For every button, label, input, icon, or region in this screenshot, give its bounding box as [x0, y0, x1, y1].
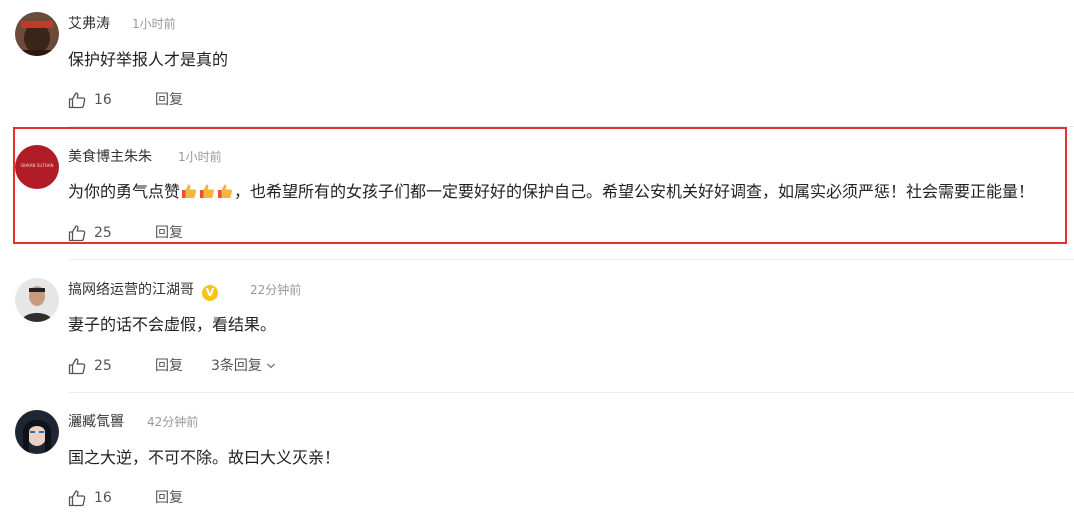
divider: [68, 392, 1074, 393]
timestamp: 22分钟前: [250, 283, 302, 297]
like-count: 16: [94, 490, 112, 506]
thumbs-up-icon: [68, 92, 86, 109]
thumbs-up-icon: [68, 490, 86, 507]
username[interactable]: 灑臧氜嘼: [68, 413, 124, 431]
avatar[interactable]: [15, 410, 59, 454]
reply-button[interactable]: 回复: [155, 224, 183, 242]
replies-count-label: 3条回复: [211, 358, 262, 374]
thumbs-up-emoji-icon: [216, 182, 234, 201]
like-button[interactable]: 25: [68, 221, 112, 245]
like-button[interactable]: 25: [68, 354, 112, 378]
reply-button[interactable]: 回复: [155, 357, 183, 375]
comment-item: 灑臧氜嘼 42分钟前 国之大逆，不可不除。故曰大义灭亲！ 16 回复: [0, 410, 1074, 520]
comment-item: 艾弗涛 1小时前 保护好举报人才是真的 16 回复: [0, 12, 1074, 127]
avatar-logo-text: ISHKAN SUTHAN: [21, 163, 54, 168]
comment-item: 搞网络运营的江湖哥 V 22分钟前 妻子的话不会虚假，看结果。 25 回复 3条回…: [0, 278, 1074, 393]
chevron-down-icon: [266, 363, 275, 369]
username-text: 搞网络运营的江湖哥: [68, 282, 194, 298]
thumbs-up-icon: [68, 358, 86, 375]
comment-actions: 16 回复: [68, 88, 668, 112]
view-replies-button[interactable]: 3条回复: [211, 357, 276, 375]
avatar[interactable]: ISHKAN SUTHAN: [15, 145, 59, 189]
thumbs-up-icon: [68, 225, 86, 242]
avatar[interactable]: [15, 278, 59, 322]
like-count: 25: [94, 225, 112, 241]
comment-actions: 25 回复: [68, 221, 668, 245]
avatar[interactable]: [15, 12, 59, 56]
like-count: 25: [94, 358, 112, 374]
comment-text: 为你的勇气点赞 ，也希望所有的女孩子们都一定要好好的保护自己。希望公安机关好好调查…: [68, 180, 1034, 204]
timestamp: 1小时前: [178, 150, 222, 164]
comment-actions: 16 回复: [68, 486, 668, 510]
reply-button[interactable]: 回复: [155, 489, 183, 507]
comment-text-start: 为你的勇气点赞: [68, 182, 181, 201]
comment-text: 保护好举报人才是真的: [68, 50, 229, 69]
comment-item: ISHKAN SUTHAN 美食博主朱朱 1小时前 为你的勇气点赞 ，也希望所有的…: [0, 145, 1074, 260]
timestamp: 42分钟前: [147, 415, 199, 429]
like-count: 16: [94, 92, 112, 108]
verified-badge-icon: V: [202, 285, 218, 301]
thumbs-up-emoji-icon: [198, 182, 216, 201]
username[interactable]: 艾弗涛: [68, 15, 110, 33]
like-button[interactable]: 16: [68, 88, 112, 112]
thumbs-up-emoji-icon: [180, 182, 198, 201]
comment-text-end: ，也希望所有的女孩子们都一定要好好的保护自己。希望公安机关好好调查，如属实必须严…: [234, 182, 1035, 201]
reply-button[interactable]: 回复: [155, 91, 183, 109]
comment-text: 国之大逆，不可不除。故曰大义灭亲！: [68, 448, 341, 467]
divider: [68, 259, 1074, 260]
timestamp: 1小时前: [132, 17, 176, 31]
comment-text: 妻子的话不会虚假，看结果。: [68, 315, 277, 334]
username[interactable]: 美食博主朱朱: [68, 148, 152, 166]
comment-actions: 25 回复 3条回复: [68, 354, 668, 378]
like-button[interactable]: 16: [68, 486, 112, 510]
username[interactable]: 搞网络运营的江湖哥 V: [68, 281, 218, 301]
